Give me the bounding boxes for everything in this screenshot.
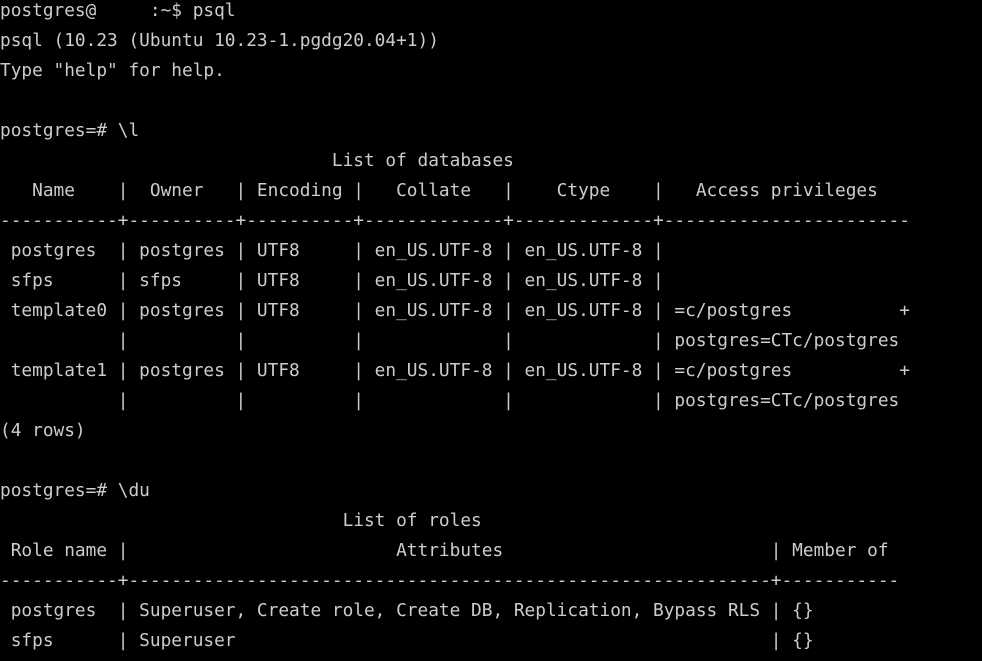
- databases-table-row-count: (4 rows): [0, 420, 86, 441]
- roles-table-separator: -----------+----------------------------…: [0, 570, 900, 591]
- databases-table-row: template1 | postgres | UTF8 | en_US.UTF-…: [0, 360, 910, 381]
- databases-table-row: template0 | postgres | UTF8 | en_US.UTF-…: [0, 300, 910, 321]
- roles-table-row: postgres | Superuser, Create role, Creat…: [0, 600, 814, 621]
- databases-table-title: List of databases: [0, 150, 514, 171]
- terminal-line-prompt-psql: postgres@ :~$ psql: [0, 0, 236, 21]
- terminal-line-psql-version: psql (10.23 (Ubuntu 10.23-1.pgdg20.04+1)…: [0, 30, 439, 51]
- databases-table-separator: -----------+----------+----------+------…: [0, 210, 910, 231]
- roles-table-title: List of roles: [0, 510, 482, 531]
- terminal-line-prompt-list-roles: postgres=# \du: [0, 480, 150, 501]
- databases-table-row: postgres | postgres | UTF8 | en_US.UTF-8…: [0, 240, 664, 261]
- terminal-line-prompt-list-databases: postgres=# \l: [0, 120, 140, 141]
- terminal-line-help-hint: Type "help" for help.: [0, 60, 225, 81]
- databases-table-row-continuation: | | | | | postgres=CTc/postgres: [0, 390, 900, 411]
- roles-table-header: Role name | Attributes | Member of: [0, 540, 889, 561]
- terminal-window[interactable]: postgres@ :~$ psql psql (10.23 (Ubuntu 1…: [0, 0, 982, 661]
- databases-table-row: sfps | sfps | UTF8 | en_US.UTF-8 | en_US…: [0, 270, 664, 291]
- roles-table-row: sfps | Superuser | {}: [0, 630, 814, 651]
- databases-table-header: Name | Owner | Encoding | Collate | Ctyp…: [0, 180, 878, 201]
- databases-table-row-continuation: | | | | | postgres=CTc/postgres: [0, 330, 900, 351]
